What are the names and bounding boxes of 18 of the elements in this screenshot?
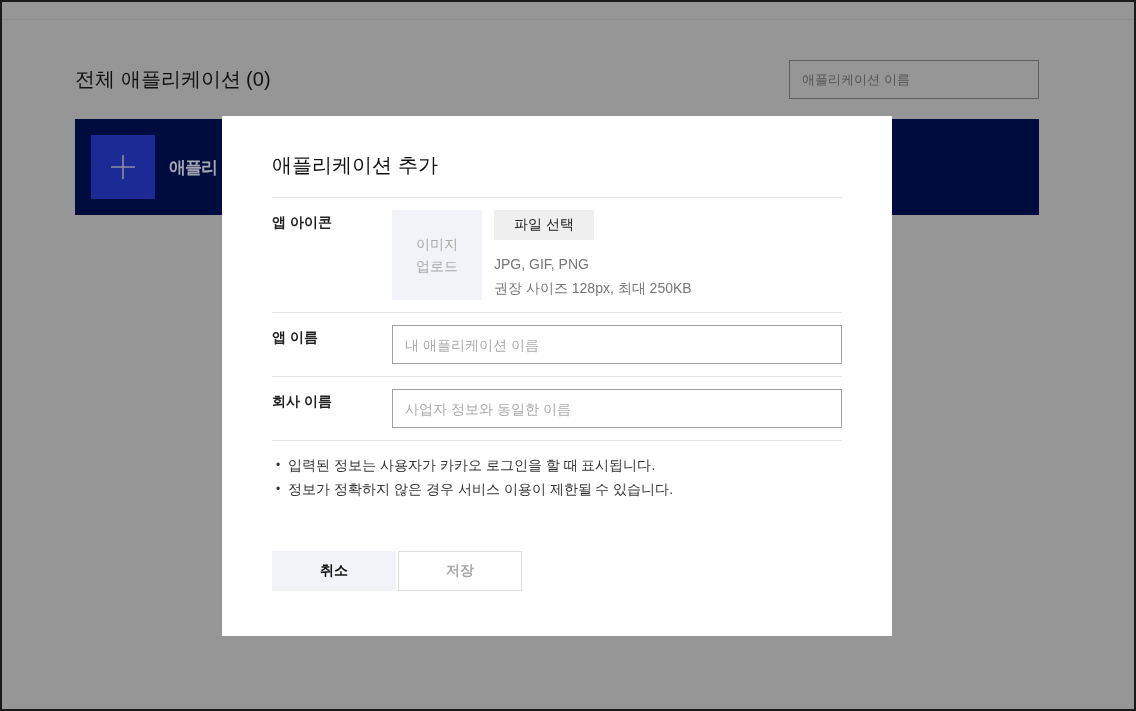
field-label: 회사 이름	[272, 392, 333, 411]
file-select-button[interactable]: 파일 선택	[494, 210, 594, 240]
plus-icon	[91, 135, 155, 199]
notice-text: 입력된 정보는 사용자가 카카오 로그인을 할 때 표시됩니다.	[288, 456, 656, 475]
field-label: 앱 이름	[272, 328, 319, 347]
dialog-title: 애플리케이션 추가	[272, 146, 842, 198]
field-label: 앱 아이콘	[272, 213, 333, 232]
input-field[interactable]: 내 애플리케이션 이름	[392, 325, 842, 364]
search-field[interactable]: 애플리케이션 이름	[789, 60, 1039, 99]
bullet: •	[276, 457, 281, 474]
notice-text: 정보가 정확하지 않은 경우 서비스 이용이 제한될 수 있습니다.	[288, 480, 674, 499]
hint-text: JPG, GIF, PNG	[494, 255, 590, 274]
input-field[interactable]: 사업자 정보와 동일한 이름	[392, 389, 842, 428]
hint-text: 권장 사이즈 128px, 최대 250KB	[494, 279, 692, 298]
bullet: •	[276, 481, 281, 498]
page-heading: 전체 애플리케이션 (0)	[75, 67, 271, 92]
banner-label: 애플리	[169, 156, 217, 179]
cancel-button[interactable]: 취소	[272, 551, 396, 591]
